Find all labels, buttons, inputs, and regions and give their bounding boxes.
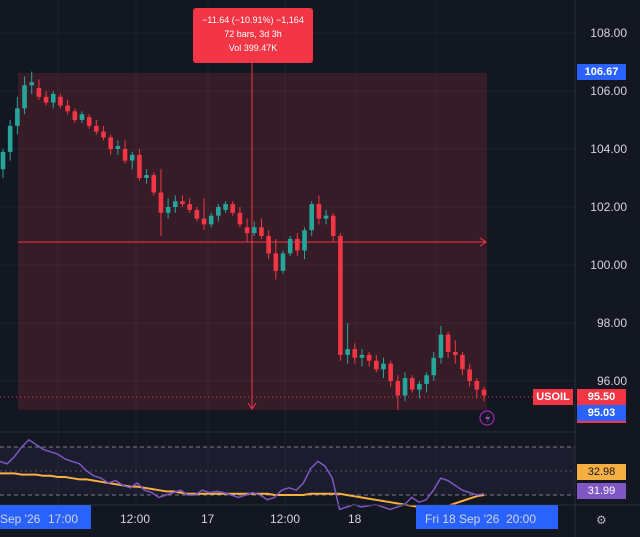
measure-tooltip: −11.64 (−10.91%) −1,164 72 bars, 3d 3h V…: [193, 8, 313, 63]
candle-body: [345, 349, 350, 355]
candle-body: [187, 204, 192, 210]
candle-body: [381, 363, 386, 370]
ref-price-badge: 95.03: [577, 405, 626, 423]
candle-body: [122, 149, 128, 161]
candle-body: [474, 381, 480, 390]
candle-body: [201, 218, 207, 225]
candle-body: [438, 334, 444, 358]
candle-body: [273, 253, 279, 271]
candle-body: [424, 375, 429, 384]
candle-body: [50, 93, 56, 103]
candle-body: [237, 212, 243, 225]
candle-body: [266, 236, 271, 254]
candle-body: [29, 82, 35, 86]
price-tick: 108.00: [590, 26, 627, 40]
candle-body: [223, 204, 228, 210]
candle-body: [108, 137, 113, 149]
candle-body: [402, 378, 408, 396]
candle-body: [194, 209, 200, 219]
candle-body: [316, 204, 322, 219]
candle-body: [295, 238, 300, 251]
candle-body: [359, 354, 365, 358]
candle-body: [259, 227, 264, 236]
candle-body: [79, 114, 85, 120]
candle-body: [309, 204, 315, 231]
candle-body: [330, 215, 336, 236]
candle-body: [144, 175, 149, 178]
candle-body: [460, 354, 465, 370]
candle-body: [43, 96, 49, 103]
candle-body: [58, 96, 63, 106]
candle-body: [22, 85, 27, 109]
measure-change: −11.64 (−10.91%) −1,164: [202, 15, 304, 25]
candle-body: [467, 369, 472, 381]
gear-icon[interactable]: ⚙: [596, 513, 607, 527]
candle-body: [287, 238, 293, 254]
candle-body: [388, 363, 393, 381]
candle-body: [395, 381, 401, 396]
candle-body: [452, 352, 458, 355]
candle-body: [180, 201, 185, 205]
candle-body: [101, 131, 106, 138]
last-price-badge: 95.50: [577, 389, 626, 405]
candle-body: [7, 125, 13, 152]
lightning-icon-glyph: [485, 413, 490, 424]
candle-body: [158, 192, 164, 213]
price-tick: 100.00: [590, 258, 627, 272]
candle-body: [172, 201, 178, 207]
price-tick: 102.00: [590, 200, 627, 214]
candle-body: [445, 334, 451, 352]
candle-body: [208, 215, 214, 225]
candle-body: [280, 253, 286, 271]
price-tick: 106.00: [590, 84, 627, 98]
time-tick: 17: [201, 512, 215, 526]
candle-body: [72, 111, 78, 120]
time-tick: 17:00: [48, 512, 79, 526]
candle-body: [481, 389, 487, 396]
candle-body: [94, 125, 99, 132]
candle-body: [115, 146, 121, 149]
rsi-badge: 31.99: [577, 483, 626, 499]
price-tick: 98.00: [596, 316, 627, 330]
time-tick: Sep '26: [0, 512, 41, 526]
measure-volume: Vol 399.47K: [228, 43, 278, 53]
candle-body: [65, 105, 70, 112]
candle-body: [251, 227, 257, 234]
candle-body: [36, 88, 42, 97]
candle-body: [230, 204, 236, 213]
candle-body: [323, 215, 329, 219]
time-crosshair-label: Fri 18 Sep '26 20:00: [425, 512, 537, 526]
candle-body: [15, 108, 20, 126]
crosshair-price-badge: 106.67: [577, 64, 626, 80]
price-chart[interactable]: [0, 0, 640, 537]
candle-body: [417, 383, 422, 390]
candle-body: [86, 117, 92, 126]
candle-body: [338, 236, 343, 355]
candle-body: [374, 360, 379, 370]
measure-bars: 72 bars, 3d 3h: [224, 29, 282, 39]
candle-body: [431, 357, 437, 376]
candle-body: [302, 230, 307, 251]
symbol-badge[interactable]: USOIL: [533, 389, 573, 405]
price-tick: 96.00: [596, 374, 627, 388]
time-tick: 18: [348, 512, 362, 526]
candle-body: [409, 378, 415, 390]
candle-body: [165, 207, 171, 213]
candle-body: [137, 154, 142, 178]
candle-body: [0, 151, 6, 170]
price-tick: 104.00: [590, 142, 627, 156]
candle-body: [244, 227, 250, 234]
candle-body: [151, 175, 157, 193]
rsi-ma-badge: 32.98: [577, 464, 626, 480]
candle-body: [352, 349, 358, 358]
time-tick: 12:00: [270, 512, 301, 526]
candle-body: [366, 354, 372, 361]
candle-body: [129, 154, 135, 161]
candle-body: [216, 207, 221, 216]
time-tick: 12:00: [120, 512, 151, 526]
